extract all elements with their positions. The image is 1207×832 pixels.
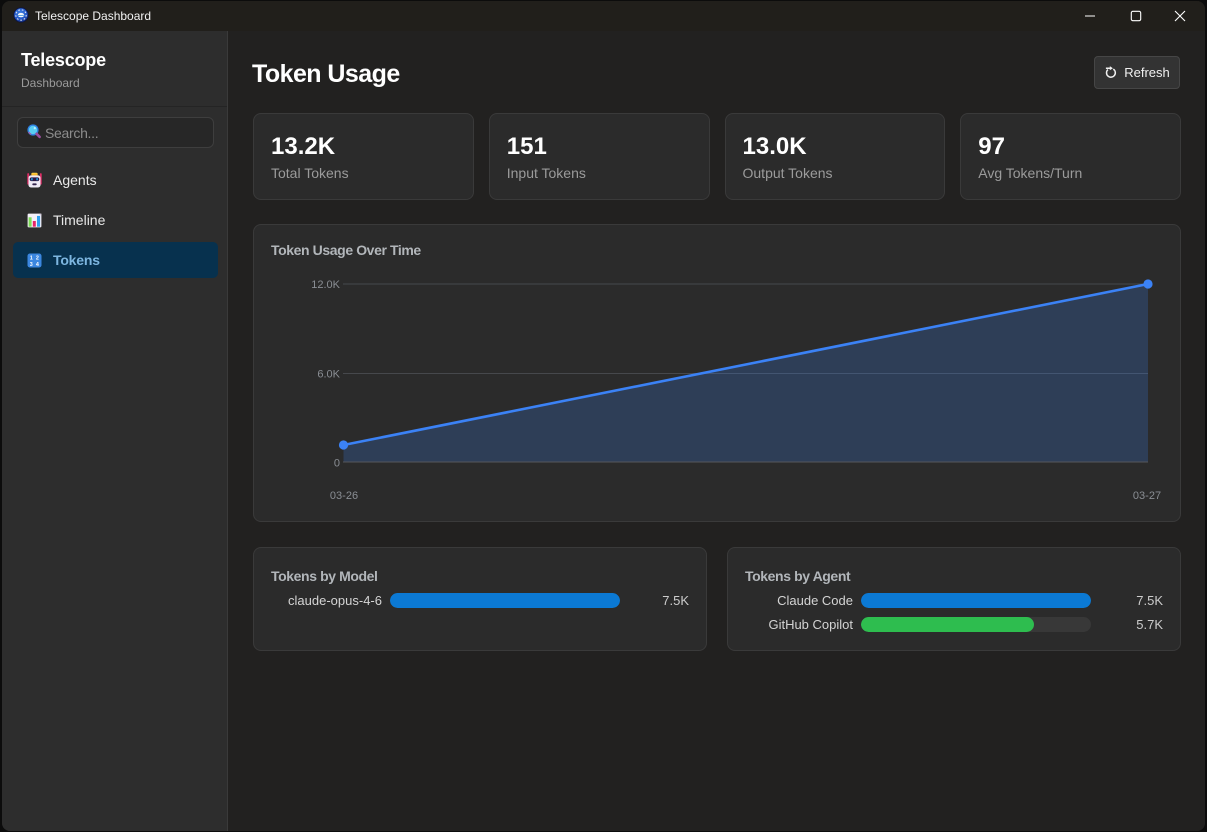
svg-text:1: 1: [30, 255, 33, 261]
svg-text:03-26: 03-26: [330, 490, 358, 502]
svg-text:4: 4: [36, 262, 39, 268]
svg-text:6.0K: 6.0K: [317, 369, 340, 381]
svg-text:2: 2: [36, 255, 39, 261]
svg-text:03-27: 03-27: [1133, 490, 1161, 502]
svg-text:3: 3: [30, 262, 33, 268]
svg-text:0: 0: [334, 458, 340, 470]
svg-text:12.0K: 12.0K: [311, 279, 340, 291]
